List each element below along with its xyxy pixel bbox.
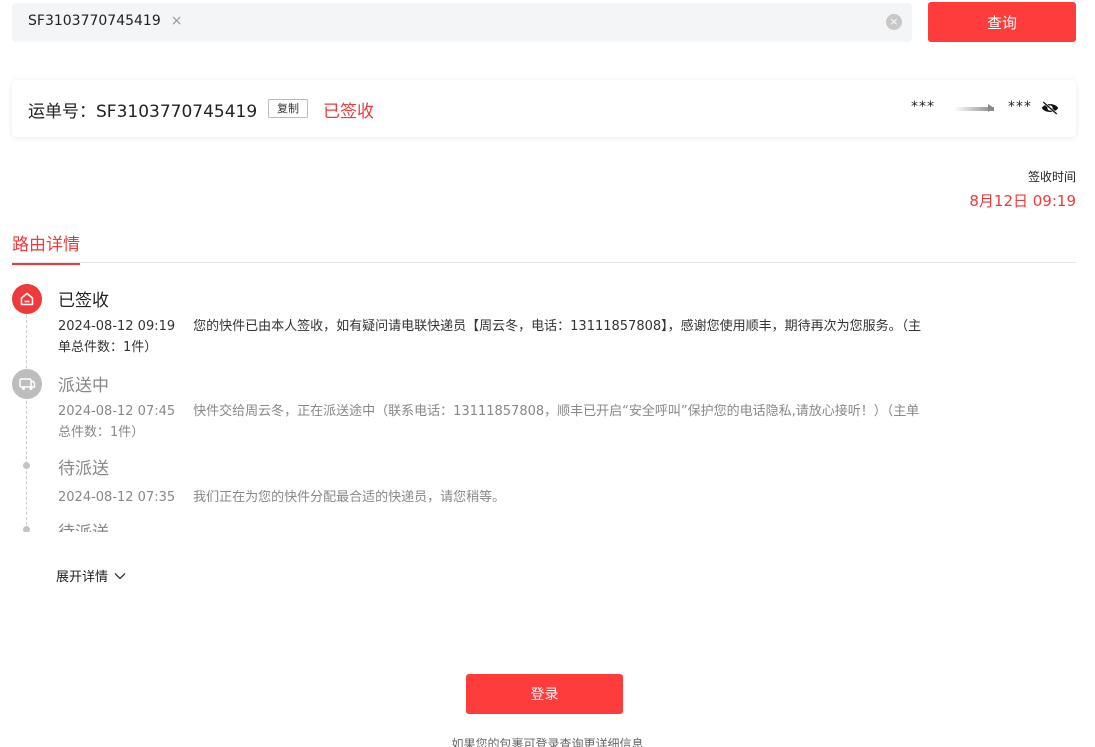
eye-hidden-icon[interactable] <box>1041 101 1059 115</box>
search-button[interactable]: 查询 <box>928 2 1076 42</box>
home-icon <box>12 284 42 314</box>
timeline-title: 待派送 <box>58 518 109 532</box>
timeline-title: 已签收 <box>58 291 109 311</box>
timeline-title: 待派送 <box>58 459 109 479</box>
route-timeline: 已签收 2024-08-12 09:19 您的快件已由本人签收，如有疑问请电联快递… <box>12 280 932 532</box>
timeline-line <box>26 310 27 532</box>
chevron-down-icon <box>114 572 126 579</box>
login-button[interactable]: 登录 <box>466 674 623 714</box>
timeline-time: 2024-08-12 07:35 <box>58 490 176 505</box>
timeline-time: 2024-08-12 07:45 <box>58 404 176 419</box>
clear-icon[interactable]: × <box>886 14 902 30</box>
timeline-text: 我们正在为您的快件分配最合适的快递员，请您稍等。 <box>193 490 506 505</box>
timeline-time: 2024-08-12 09:19 <box>58 319 176 334</box>
timeline-text: 您的快件已由本人签收，如有疑问请电联快递员【周云冬，电话：13111857808… <box>58 319 922 355</box>
status-badge: 已签收 <box>323 102 374 122</box>
login-hint: 如果您的包裹可登录查询更详细信息 <box>451 737 644 747</box>
route-arrow-icon <box>954 104 994 112</box>
timeline-dot <box>23 526 30 532</box>
search-bar[interactable]: SF3103770745419 × × <box>12 3 912 42</box>
timeline-detail: 2024-08-12 07:35 我们正在为您的快件分配最合适的快递员，请您稍等。 <box>58 487 928 508</box>
expand-details-label: 展开详情 <box>56 570 109 585</box>
waybill-number: 运单号：SF3103770745419 <box>28 102 258 122</box>
tag-close-icon[interactable]: × <box>171 13 183 29</box>
delivery-van-icon <box>12 369 42 399</box>
timeline-dot <box>23 462 30 469</box>
copy-button[interactable]: 复制 <box>268 99 308 118</box>
timeline-detail: 2024-08-12 09:19 您的快件已由本人签收，如有疑问请电联快递员【周云… <box>58 316 928 358</box>
sign-time-value: 8月12日 09:19 <box>969 192 1076 210</box>
waybill-card: 运单号：SF3103770745419 复制 已签收 *** *** <box>12 80 1076 137</box>
search-tag: SF3103770745419 × <box>28 13 182 29</box>
timeline-detail: 2024-08-12 07:45 快件交给周云冬，正在派送途中（联系电话：1311… <box>58 401 928 443</box>
route-destination: *** <box>1008 99 1032 115</box>
timeline-title: 派送中 <box>58 376 109 396</box>
tab-route-details[interactable]: 路由详情 <box>12 230 80 265</box>
timeline-text: 快件交给周云冬，正在派送途中（联系电话：13111857808，顺丰已开启“安全… <box>58 404 920 440</box>
expand-details-button[interactable]: 展开详情 <box>56 566 126 585</box>
tab-divider <box>12 262 1076 263</box>
search-tag-value: SF3103770745419 <box>28 13 161 29</box>
sign-time-label: 签收时间 <box>1027 170 1076 184</box>
route-origin: *** <box>911 99 935 115</box>
